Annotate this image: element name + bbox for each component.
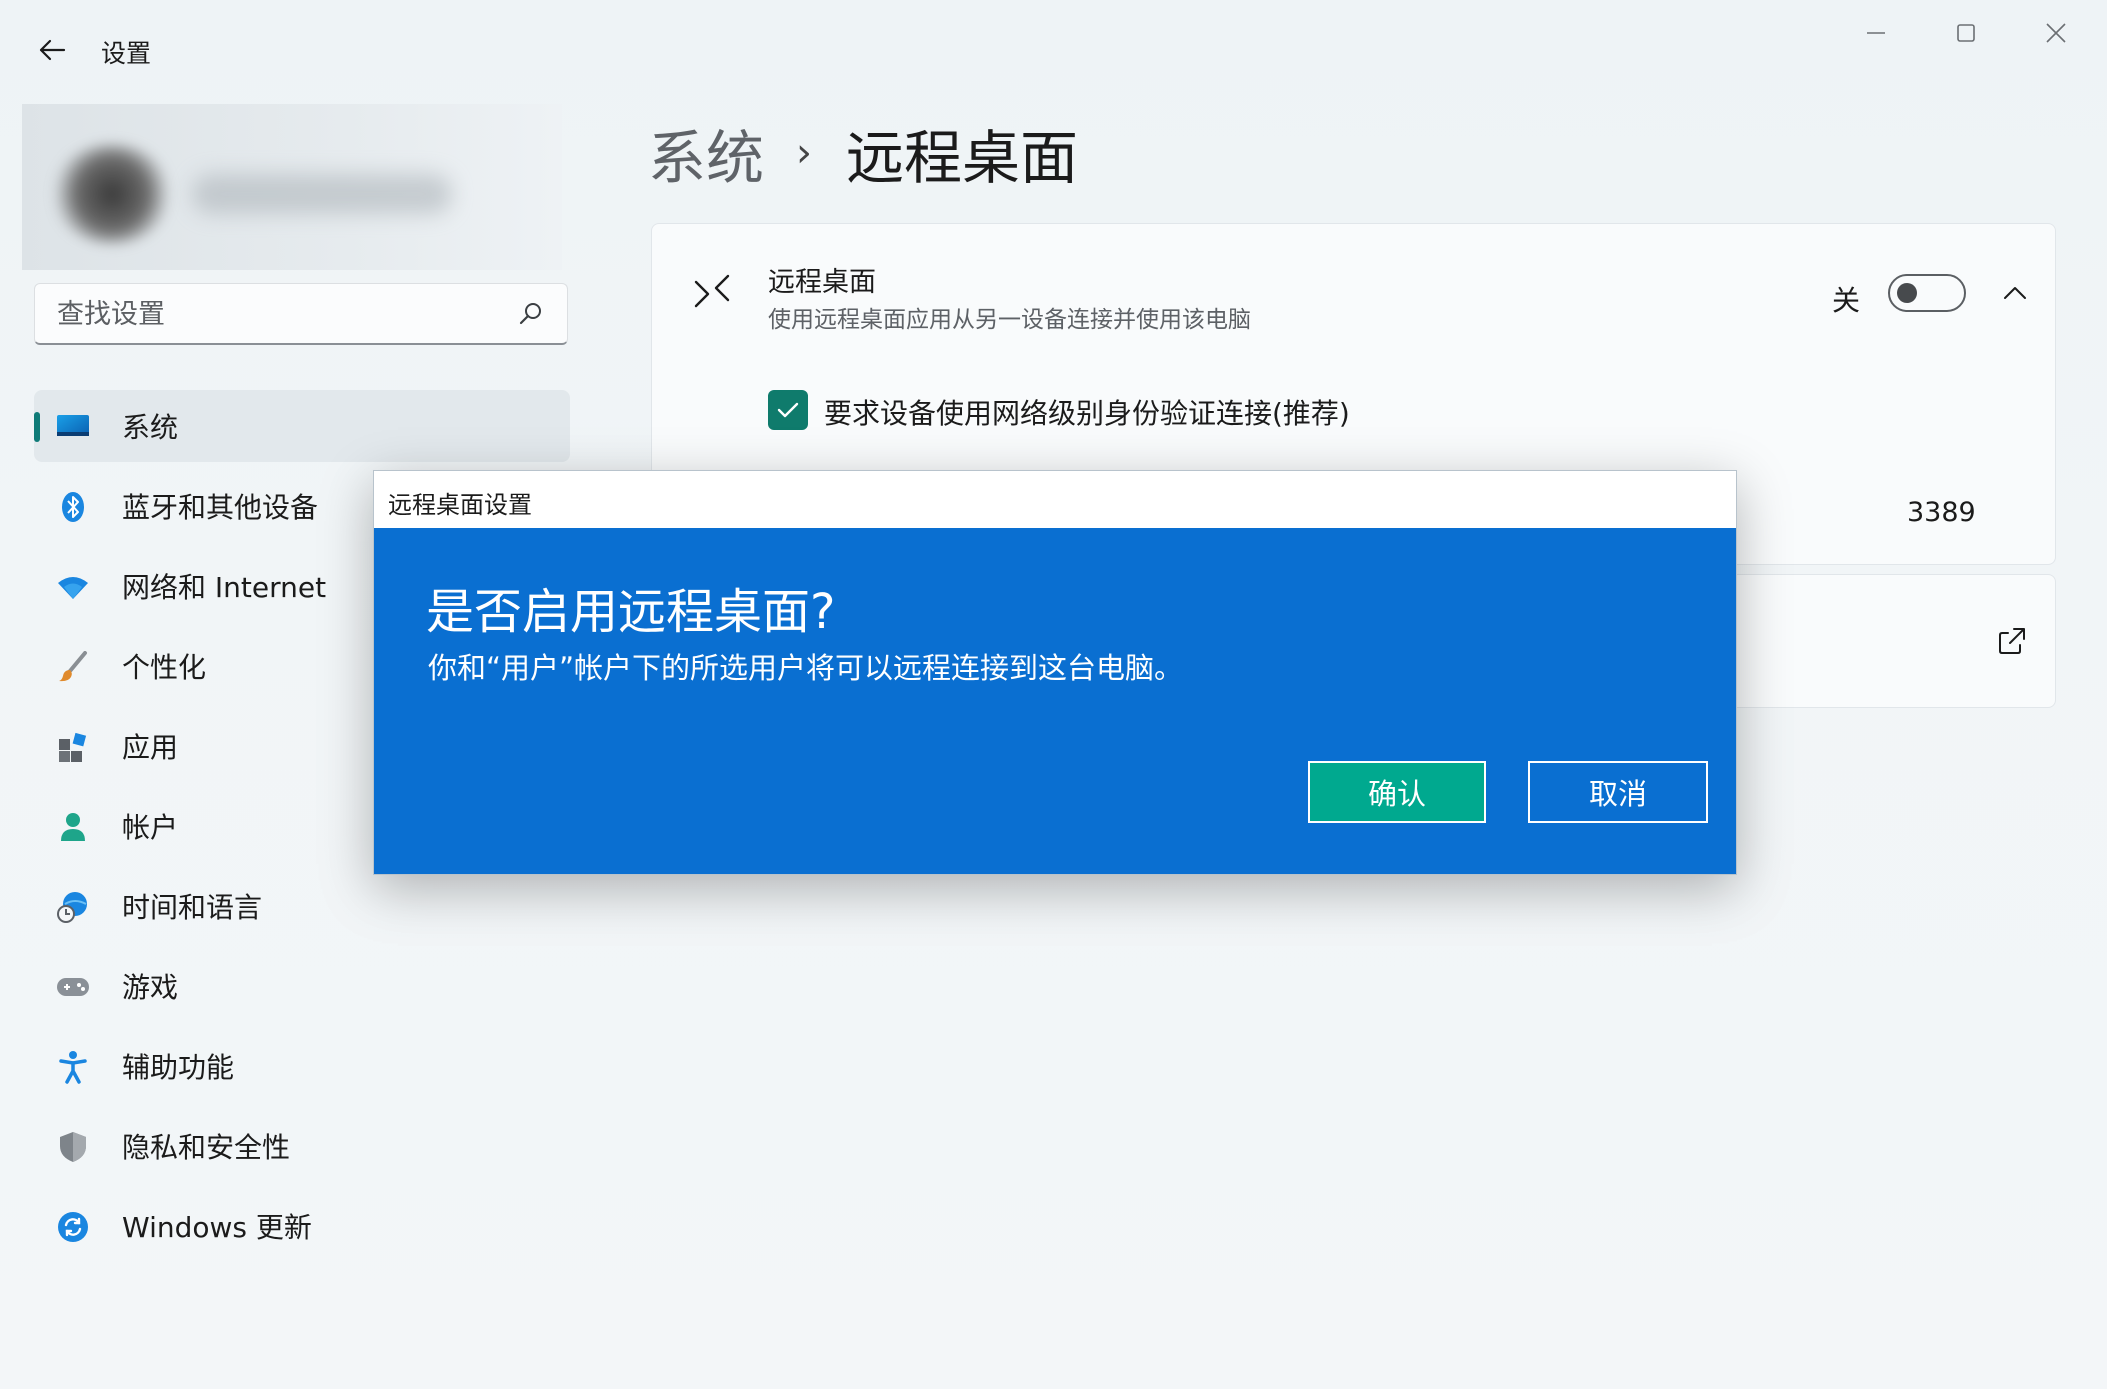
chevron-up-icon — [2004, 287, 2026, 299]
sidebar-item-label: 应用 — [122, 731, 179, 764]
search-icon[interactable] — [517, 300, 545, 328]
sidebar-item-label: 辅助功能 — [122, 1051, 235, 1084]
enable-remote-desktop-dialog: 远程桌面设置 是否启用远程桌面? 你和“用户”帐户下的所选用户将可以远程连接到这… — [373, 470, 1737, 875]
accessibility-icon — [56, 1050, 90, 1084]
person-icon — [56, 810, 90, 844]
settings-window: 设置 查找设置 系统 蓝牙和其他设备 网络和 Internet 个性化 应用 帐… — [0, 0, 2107, 1389]
sidebar-item-privacy[interactable]: 隐私和安全性 — [34, 1110, 570, 1182]
apps-icon — [56, 730, 90, 764]
remote-desktop-description: 使用远程桌面应用从另一设备连接并使用该电脑 — [768, 307, 1251, 333]
sidebar-item-gaming[interactable]: 游戏 — [34, 950, 570, 1022]
nla-checkbox[interactable] — [768, 390, 808, 430]
remote-desktop-card[interactable]: 远程桌面 使用远程桌面应用从另一设备连接并使用该电脑 关 — [651, 223, 2056, 361]
back-arrow-icon — [39, 39, 66, 61]
minimize-icon — [1867, 32, 1885, 34]
maximize-icon — [1957, 24, 1975, 42]
page-title: 远程桌面 — [846, 124, 1079, 192]
sidebar-item-label: 蓝牙和其他设备 — [122, 491, 319, 524]
confirm-button[interactable]: 确认 — [1308, 761, 1486, 823]
toggle-knob — [1897, 283, 1917, 303]
nla-setting-row: 要求设备使用网络级别身份验证连接(推荐) — [651, 360, 2056, 464]
sidebar-item-label: 帐户 — [122, 811, 179, 844]
sidebar-item-label: Windows 更新 — [122, 1211, 312, 1244]
remote-desktop-icon — [694, 274, 730, 308]
dialog-heading: 是否启用远程桌面? — [426, 584, 836, 640]
globe-clock-icon — [56, 890, 90, 924]
bluetooth-icon — [56, 490, 90, 524]
sidebar-item-label: 系统 — [122, 411, 179, 444]
search-input[interactable] — [55, 284, 499, 344]
external-link-icon — [1999, 628, 2025, 654]
breadcrumb-separator: › — [796, 130, 813, 176]
sidebar-item-label: 隐私和安全性 — [122, 1131, 291, 1164]
update-icon — [56, 1210, 90, 1244]
dialog-message: 你和“用户”帐户下的所选用户将可以远程连接到这台电脑。 — [428, 651, 1184, 685]
sidebar-item-label: 游戏 — [122, 971, 179, 1004]
sidebar-item-system[interactable]: 系统 — [34, 390, 570, 462]
monitor-icon — [56, 410, 90, 444]
breadcrumb-parent[interactable]: 系统 — [648, 111, 764, 195]
dialog-title-bar: 远程桌面设置 — [374, 471, 1736, 528]
sidebar-item-windows-update[interactable]: Windows 更新 — [34, 1190, 570, 1262]
remote-desktop-toggle[interactable] — [1888, 274, 1966, 312]
dialog-title: 远程桌面设置 — [388, 491, 532, 519]
checkmark-icon — [777, 402, 799, 418]
account-name-blurred — [192, 174, 452, 214]
minimize-button[interactable] — [1836, 8, 1916, 58]
gamepad-icon — [56, 970, 90, 1004]
nla-label[interactable]: 要求设备使用网络级别身份验证连接(推荐) — [824, 392, 1350, 432]
app-title: 设置 — [101, 39, 152, 68]
maximize-button[interactable] — [1926, 8, 2006, 58]
sidebar-item-accessibility[interactable]: 辅助功能 — [34, 1030, 570, 1102]
toggle-state-label: 关 — [1832, 284, 1861, 317]
sidebar-item-label: 网络和 Internet — [122, 571, 327, 604]
search-box[interactable] — [34, 283, 568, 345]
avatar — [52, 144, 172, 244]
cancel-button[interactable]: 取消 — [1528, 761, 1708, 823]
breadcrumb: 系统 › 远程桌面 — [648, 108, 1078, 198]
dialog-body: 是否启用远程桌面? 你和“用户”帐户下的所选用户将可以远程连接到这台电脑。 确认… — [374, 528, 1736, 874]
selection-indicator — [34, 412, 40, 442]
sidebar-item-time-language[interactable]: 时间和语言 — [34, 870, 570, 942]
title-bar: 设置 — [0, 0, 2107, 100]
close-icon — [2046, 23, 2066, 43]
close-button[interactable] — [2016, 8, 2096, 58]
wifi-icon — [56, 570, 90, 604]
user-profile[interactable] — [22, 104, 562, 270]
remote-desktop-title: 远程桌面 — [768, 267, 876, 298]
port-value: 3389 — [1907, 497, 1976, 528]
paintbrush-icon — [56, 650, 90, 684]
sidebar-item-label: 时间和语言 — [122, 891, 263, 924]
collapse-button[interactable] — [1990, 268, 2040, 318]
shield-icon — [56, 1130, 90, 1164]
back-button[interactable] — [28, 26, 76, 74]
sidebar-item-label: 个性化 — [122, 651, 207, 684]
